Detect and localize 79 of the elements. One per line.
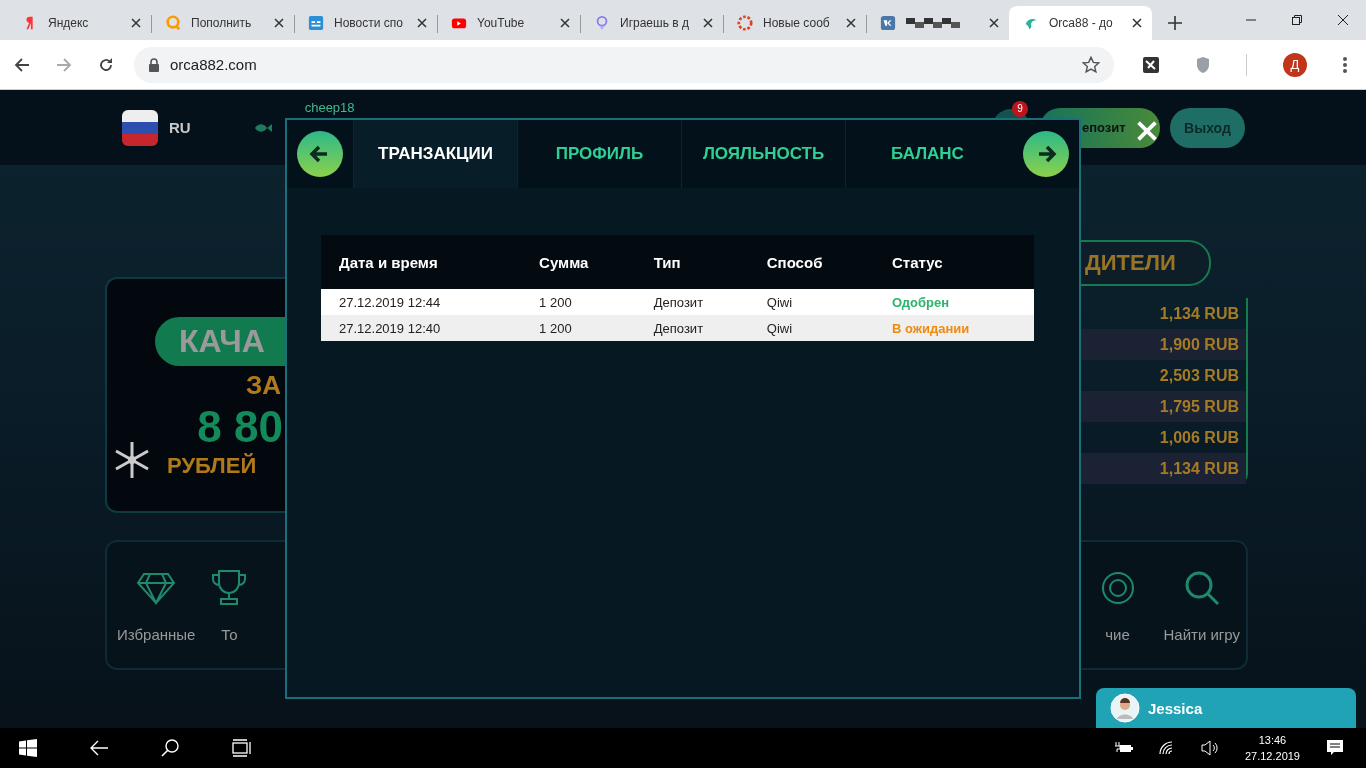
winner-amount: 1,795 RUB [1081,391,1246,422]
status-cell: Одобрен [874,289,1034,315]
close-icon[interactable] [131,18,141,28]
address-field[interactable]: orca882.com [134,46,1114,83]
clock[interactable]: 13:46 27.12.2019 [1244,732,1300,764]
winner-amount: 1,900 RUB [1081,329,1246,360]
table-cell: 27.12.2019 12:40 [321,315,522,341]
banner-amount: 8 80 [197,405,284,449]
browser-tab[interactable]: Новые сооб [723,6,866,40]
close-icon[interactable] [703,18,713,28]
avatar-icon [1110,693,1140,723]
battery-icon[interactable] [1114,742,1133,754]
lock-icon [148,57,160,72]
shield-icon[interactable] [1196,55,1210,74]
banner-text: ЗА [245,370,282,401]
username[interactable]: cheep18 [304,100,355,115]
table-cell: Qiwi [748,289,875,315]
ring-logo-icon [165,15,181,31]
flag-icon[interactable] [122,109,158,146]
table-cell: 1 200 [521,289,636,315]
winner-amount: 2,503 RUB [1158,365,1240,386]
promo-banner[interactable]: КАЧА ЗА 8 80 РУБЛЕЙ [105,277,285,513]
back-arrow-icon[interactable] [14,56,30,73]
notification-count: 9 [1012,100,1028,117]
column-header: Сумма [521,235,636,289]
table-cell: Qiwi [748,315,875,341]
nav-item[interactable]: чие [1097,567,1138,643]
new-tab-icon[interactable] [1168,16,1182,30]
dialog-tab[interactable]: ТРАНЗАКЦИИ [353,120,517,188]
browser-tab[interactable]: YouTube [437,6,580,40]
column-header: Статус [874,235,1034,289]
close-icon[interactable] [1132,18,1142,28]
wifi-icon[interactable] [1158,741,1175,755]
banner-title: КАЧА [155,317,285,366]
close-icon[interactable] [274,18,284,28]
task-view-icon[interactable] [231,739,253,757]
agent-name: Jessica [1148,699,1203,717]
extension-icon[interactable] [1142,55,1160,74]
nav-item[interactable]: Найти игру [1163,567,1240,643]
column-header: Тип [635,235,749,289]
menu-icon[interactable] [1343,56,1347,73]
winner-amount: 1,134 RUB [1081,453,1246,484]
table-cell: 1 200 [521,315,636,341]
restore-icon[interactable] [1292,15,1302,25]
browser-tab[interactable]: Новости спо [294,6,437,40]
ring-logo-icon [737,15,753,31]
table-cell: Депозит [635,289,749,315]
nav-item[interactable]: Избранные [117,567,196,643]
browser-tab[interactable]: Orca88 - до [1009,6,1152,40]
winner-amount: 1,006 RUB [1158,427,1240,448]
nav-item[interactable]: То [209,567,250,643]
star-icon[interactable] [1082,55,1100,74]
fish-icon [252,121,273,134]
status-cell: В ожидании [874,315,1034,341]
windows-logo-icon[interactable] [19,739,37,757]
notifications-icon[interactable] [1326,739,1344,757]
news-logo-icon [308,15,324,31]
vk-logo-icon [880,15,896,31]
reload-icon[interactable] [98,56,114,73]
close-icon[interactable] [417,18,427,28]
browser-tab[interactable]: Яндекс [8,6,151,40]
volume-icon[interactable] [1200,740,1219,756]
close-icon[interactable] [560,18,570,28]
table-cell: Депозит [635,315,749,341]
close-icon[interactable] [989,18,999,28]
column-header: Дата и время [321,235,522,289]
close-icon[interactable] [1338,15,1348,25]
close-icon[interactable] [846,18,856,28]
banner-text: РУБЛЕЙ [167,453,257,479]
winner-amount: 1,134 RUB [1158,303,1240,324]
language-label[interactable]: RU [169,119,191,136]
table-cell: 27.12.2019 12:44 [321,289,522,315]
browser-tab[interactable]: Пополнить [151,6,294,40]
leaderboard-title: ДИТЕЛИ [1081,240,1211,286]
search-icon[interactable] [161,739,179,757]
profile-avatar[interactable]: Д [1283,52,1307,77]
browser-tab[interactable]: Играешь в д [580,6,723,40]
game-logo-icon [594,15,610,31]
column-header: Способ [748,235,875,289]
